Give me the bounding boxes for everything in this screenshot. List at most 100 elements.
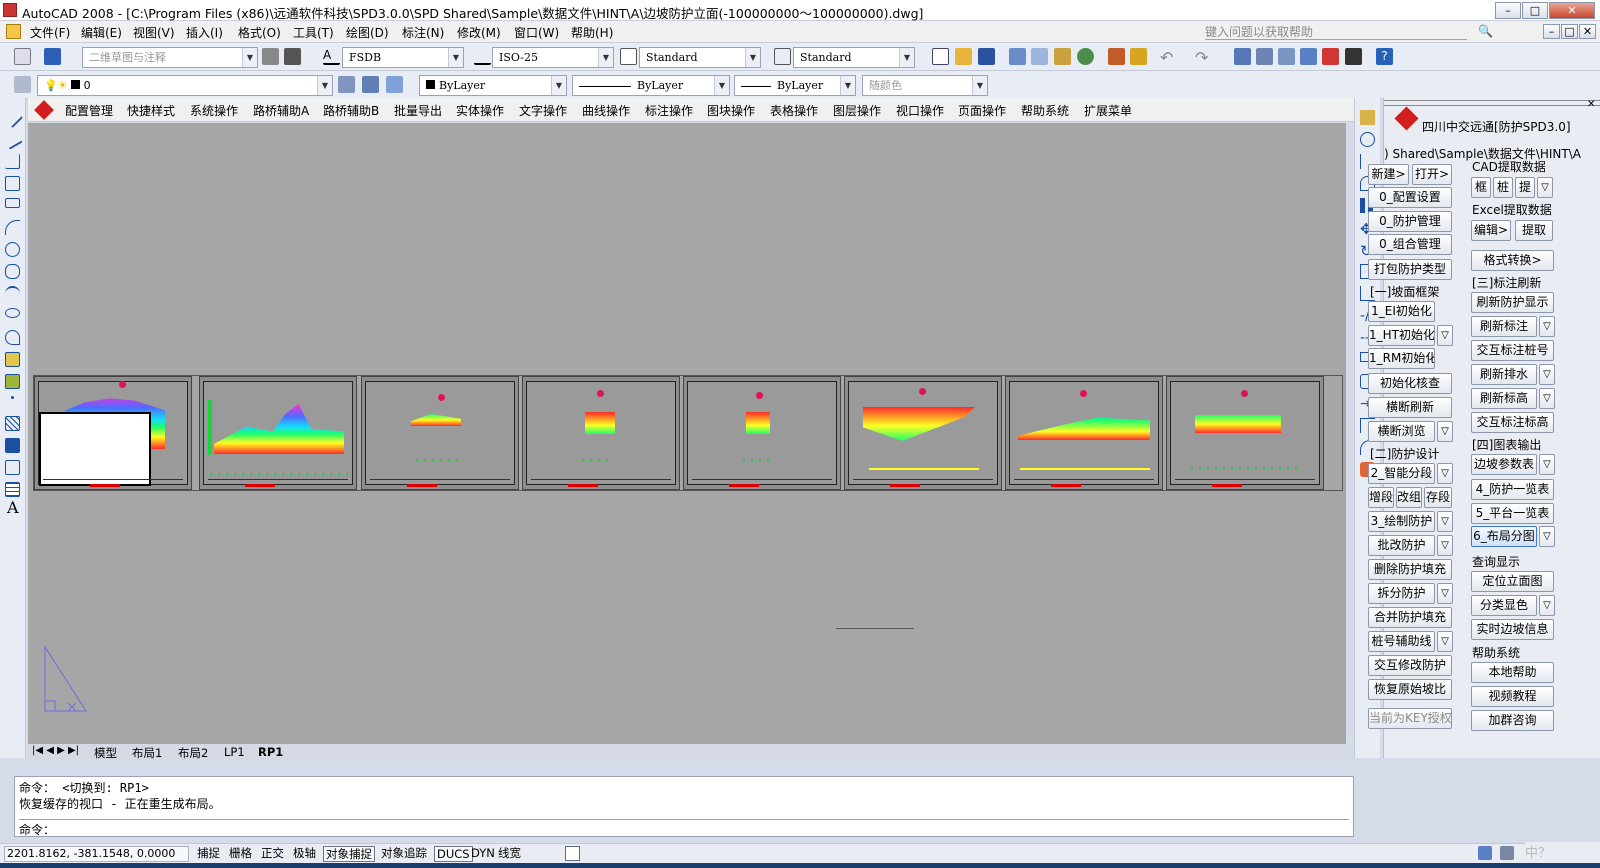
dim-style-combo[interactable]: ISO-25 ▼ [492,47,614,68]
ti-button[interactable]: 提 [1515,177,1535,198]
cmenu-dimension[interactable]: 标注操作 [645,102,693,119]
viewport-panel[interactable] [199,376,357,490]
tab-nav-icon[interactable]: |◀ ◀ ▶ ▶| [32,745,79,756]
interactive-station-button[interactable]: 交互标注桩号 [1471,340,1554,361]
menu-format[interactable]: 格式(O) [238,24,281,41]
extract-dropdown[interactable]: ▽ [1537,177,1553,198]
menu-file[interactable]: 文件(F) [30,24,70,41]
cmenu-config[interactable]: 配置管理 [65,102,113,119]
interactive-mod-button[interactable]: 交互修改防护 [1368,655,1452,676]
workspace-icon[interactable] [14,48,31,65]
point-icon[interactable] [11,396,14,399]
cut-icon[interactable] [1108,48,1125,65]
viewport-panel[interactable] [522,376,680,490]
tab-rp1[interactable]: RP1 [258,745,283,759]
slope-table-dropdown[interactable]: ▽ [1539,454,1555,475]
table-icon[interactable] [5,482,20,497]
config-button[interactable]: 0_配置设置 [1368,187,1452,208]
layer-previous-icon[interactable] [362,76,379,93]
table-style-icon[interactable] [620,48,637,65]
open-button[interactable]: 打开> [1412,164,1452,185]
circle-icon[interactable] [5,242,20,257]
copy-icon[interactable] [1360,132,1375,147]
init-ht-dropdown[interactable]: ▽ [1437,325,1453,346]
platform-list-button[interactable]: 5_平台一览表 [1471,503,1554,524]
cmenu-quickstyle[interactable]: 快捷样式 [127,102,175,119]
plot-preview-icon[interactable] [1031,48,1048,65]
menu-dimension[interactable]: 标注(N) [402,24,444,41]
cmenu-extend[interactable]: 扩展菜单 [1084,102,1132,119]
menu-edit[interactable]: 编辑(E) [81,24,122,41]
3d-dwf-icon[interactable] [1077,48,1094,65]
draw-protect-button[interactable]: 3_绘制防护 [1368,511,1435,532]
slope-table-button[interactable]: 边坡参数表 [1471,454,1537,475]
command-input[interactable]: 命令： [19,819,1349,838]
save-icon[interactable] [978,48,995,65]
calculator-icon[interactable] [1345,48,1362,65]
cross-refresh-button[interactable]: 横断刷新 [1368,397,1452,418]
layer-manager-icon[interactable] [14,76,31,93]
publish-icon[interactable] [1054,48,1071,65]
close-button[interactable]: ✕ [1549,2,1595,19]
ime-indicator[interactable]: 中？ [1525,842,1600,863]
protect-list-button[interactable]: 4_防护一览表 [1471,479,1554,500]
ws-icon-1[interactable] [262,48,279,65]
minimize-button[interactable]: – [1495,2,1521,19]
menu-help[interactable]: 帮助(H) [571,24,613,41]
cmenu-help[interactable]: 帮助系统 [1021,102,1069,119]
status-grid[interactable]: 栅格 [227,846,254,862]
add-seg-button[interactable]: 增段 [1368,487,1394,508]
redo-icon[interactable]: ↷ [1195,48,1212,67]
polygon-icon[interactable] [5,176,20,191]
text-style-combo[interactable]: FSDB ▼ [342,47,464,68]
status-snap[interactable]: 捕捉 [195,846,222,862]
rectangle-icon[interactable] [5,198,20,208]
spline-icon[interactable] [5,286,20,301]
new-button[interactable]: 新建> [1368,164,1409,185]
init-ht-button[interactable]: 1_HT初始化 [1368,325,1435,346]
menu-view[interactable]: 视图(V) [133,24,175,41]
status-polar[interactable]: 极轴 [291,846,318,862]
cmenu-viewport[interactable]: 视口操作 [896,102,944,119]
line-icon[interactable] [1,106,24,129]
viewport-panel[interactable] [683,376,841,490]
cmenu-entity[interactable]: 实体操作 [456,102,504,119]
color-combo[interactable]: ByLayer ▼ [419,75,567,96]
revision-cloud-icon[interactable] [5,264,20,279]
kuang-button[interactable]: 框 [1471,177,1491,198]
ws-icon-2[interactable] [284,48,301,65]
batch-mod-dropdown[interactable]: ▽ [1437,535,1453,556]
join-group-button[interactable]: 加群咨询 [1471,710,1554,731]
ellipse-arc-icon[interactable] [5,330,20,345]
maximize-button[interactable]: □ [1522,2,1548,19]
classify-color-dropdown[interactable]: ▽ [1539,595,1555,616]
cmenu-batch-export[interactable]: 批量导出 [394,102,442,119]
save-seg-button[interactable]: 存段 [1424,487,1452,508]
arc-icon[interactable] [5,220,20,235]
layer-combo[interactable]: 💡☀ 0 ▼ [37,75,333,96]
init-ei-button[interactable]: 1_EI初始化 [1368,301,1435,322]
undo-icon[interactable]: ↶ [1160,48,1177,67]
doc-maximize-button[interactable]: □ [1561,24,1578,39]
extract-button[interactable]: 提取 [1515,220,1553,241]
linetype-combo[interactable]: ByLayer ▼ [572,75,730,96]
cmenu-layer[interactable]: 图层操作 [833,102,881,119]
layout-sheet-dropdown[interactable]: ▽ [1539,526,1555,547]
zoom-icon[interactable] [1256,48,1273,65]
refresh-display-button[interactable]: 刷新防护显示 [1471,292,1554,313]
combo-manage-button[interactable]: 0_组合管理 [1368,234,1452,255]
smart-seg-button[interactable]: 2_智能分段 [1368,463,1435,484]
plotstyle-combo[interactable]: 随颜色 ▼ [862,75,988,96]
viewport-panel[interactable] [34,376,192,490]
cross-browse-button[interactable]: 横断浏览 [1368,421,1435,442]
pack-types-button[interactable]: 打包防护类型 [1368,259,1452,280]
draw-protect-dropdown[interactable]: ▽ [1437,511,1453,532]
zoom-previous-icon[interactable] [1278,48,1295,65]
cmenu-bridge-b[interactable]: 路桥辅助B [323,102,379,119]
refresh-dim-dropdown[interactable]: ▽ [1539,316,1555,337]
protect-manage-button[interactable]: 0_防护管理 [1368,211,1452,232]
cmenu-system[interactable]: 系统操作 [190,102,238,119]
help-icon[interactable]: ? [1376,48,1393,65]
paper-model-icon[interactable] [565,846,580,861]
gradient-icon[interactable] [5,438,20,453]
